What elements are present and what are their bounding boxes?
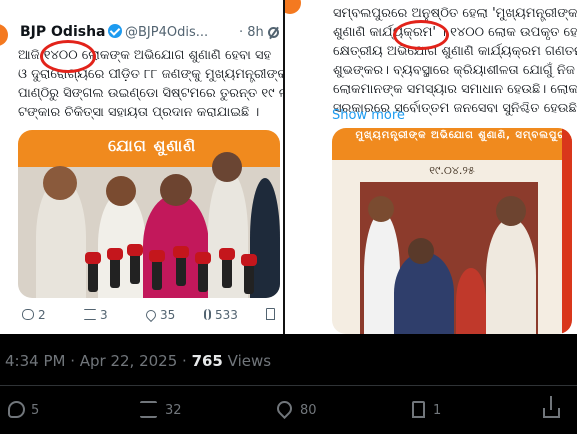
verified-badge-icon xyxy=(108,24,122,38)
highlight-circle xyxy=(40,40,96,73)
like-count[interactable]: 80 xyxy=(300,403,317,418)
text-line: ଶୁଣାଣି କାର୍ଯ୍ୟକ୍ରମ' । ୧୪୦୦ ଲୋକ ଉପକୃତ ହେଲ… xyxy=(333,25,577,40)
poster-title: ମୁଖ୍ୟମନ୍ତ୍ରୀଙ୍କ ଅଭିଯୋଗ ଶୁଣାଣି, ସମ୍ବଲପୁର xyxy=(355,130,566,141)
repost-count: 3 xyxy=(100,308,108,322)
person xyxy=(250,178,280,298)
person-standing xyxy=(486,218,536,334)
author-name: BJP Odisha xyxy=(20,24,106,40)
share-icon[interactable] xyxy=(543,396,560,418)
person-head xyxy=(106,176,136,206)
person-head xyxy=(408,238,434,264)
tweet-action-bar: 5 32 80 1 xyxy=(0,386,577,434)
like-count: 35 xyxy=(160,308,176,322)
bookmark-icon[interactable] xyxy=(412,401,425,418)
press-conference-photo: ଯୋଗ ଶୁଣାଣି xyxy=(18,130,280,298)
person-head xyxy=(368,196,394,222)
banner-text: ଯୋଗ ଶୁଣାଣି xyxy=(108,136,197,155)
text-line: ସମ୍ବଲପୁରରେ ଅନୁଷ୍ଠିତ ହେଲା 'ମୁଖ୍ୟମନ୍ତ୍ରୀଙ୍… xyxy=(333,6,577,21)
views-label: Views xyxy=(222,352,272,370)
text-line: ଟଙ୍କାର ଚିକିତ୍ସା ସହାୟତା ପ୍ରଦାନ କରାଯାଇଛି । xyxy=(18,105,260,120)
person-head xyxy=(160,174,192,206)
heart-icon xyxy=(143,307,159,323)
right-tweet-screenshot: ସମ୍ବଲପୁରରେ ଅନୁଷ୍ଠିତ ହେଲା 'ମୁଖ୍ୟମନ୍ତ୍ରୀଙ୍… xyxy=(285,0,577,334)
reply-icon[interactable] xyxy=(8,401,25,418)
avatar xyxy=(0,24,8,46)
avatar xyxy=(285,0,301,14)
bookmark-action xyxy=(266,308,279,322)
mic xyxy=(195,252,211,292)
person-head xyxy=(496,196,526,226)
repost-icon xyxy=(84,309,96,320)
grievance-hearing-photo: ମୁଖ୍ୟମନ୍ତ୍ରୀଙ୍କ ଅଭିଯୋଗ ଶୁଣାଣି, ସମ୍ବଲପୁର … xyxy=(332,128,572,334)
left-tweet-screenshot: BJP Odisha @BJP4Odis... · 8h ଆଜି ୧୪୦୦ ଲୋ… xyxy=(0,0,284,334)
text-line: କ୍ଷେତ୍ରୀୟ ଅଭିଯୋଗ ଶୁଣାଣି କାର୍ଯ୍ୟକ୍ରମ ଗଣତନ… xyxy=(333,44,577,59)
right-tweet-text: ସମ୍ବଲପୁରରେ ଅନୁଷ୍ଠିତ ହେଲା 'ମୁଖ୍ୟମନ୍ତ୍ରୀଙ୍… xyxy=(333,4,577,118)
like-action: 35 xyxy=(143,307,176,323)
repost-action: 3 xyxy=(84,308,108,322)
tweet-meta: 4:34 PM · Apr 22, 2025 · 765 Views xyxy=(5,352,271,370)
highlight-circle xyxy=(393,20,449,50)
quoted-image-composite[interactable]: BJP Odisha @BJP4Odis... · 8h ଆଜି ୧୪୦୦ ଲୋ… xyxy=(0,0,577,334)
mic xyxy=(85,252,101,292)
mic xyxy=(219,248,235,288)
reply-count[interactable]: 5 xyxy=(31,403,39,418)
retweet-count[interactable]: 32 xyxy=(165,403,182,418)
poster-banner: ମୁଖ୍ୟମନ୍ତ୍ରୀଙ୍କ ଅଭିଯୋଗ ଶୁଣାଣି, ସମ୍ବଲପୁର xyxy=(332,128,572,160)
heart-icon[interactable] xyxy=(273,397,296,420)
views-action: 533 xyxy=(204,308,238,322)
mic xyxy=(127,244,143,284)
bookmark-icon xyxy=(266,308,275,320)
hearing-scene xyxy=(360,182,538,334)
tweet-time: · 8h xyxy=(239,25,264,40)
grok-icon xyxy=(268,27,279,38)
person-seated xyxy=(394,252,454,334)
reply-count: 2 xyxy=(38,308,46,322)
author-handle: @BJP4Odis... xyxy=(125,25,209,40)
poster-stripe xyxy=(562,128,572,334)
reply-icon xyxy=(22,309,34,320)
text-line: ଲୋକମାନଙ୍କ ସମସ୍ୟାର ସମାଧାନ ହେଉଛି। ଲୋକଙ୍କ xyxy=(333,82,577,97)
views-count: 765 xyxy=(191,352,223,370)
reply-action: 2 xyxy=(22,308,46,322)
poster-date: ୧୯.୦୪.୨୫ xyxy=(429,164,475,177)
views-icon xyxy=(204,309,211,320)
text-line: ଶୁଭଙ୍କର। ବ୍ୟବସ୍ଥାରେ କ୍ରିୟାଶୀଳତା ଯୋଗୁଁ ନି… xyxy=(333,63,577,78)
views-count: 533 xyxy=(215,308,238,322)
bookmark-count[interactable]: 1 xyxy=(433,403,441,418)
person-head xyxy=(212,152,242,182)
mic xyxy=(173,246,189,286)
text-line: ପାଣ୍ଠିରୁ ସିଙ୍ଗଲ ଉଇଣ୍ଡୋ ସିଷ୍ଟମରେ ତୁରନ୍ତ ୧… xyxy=(18,86,284,101)
person xyxy=(456,268,486,334)
retweet-icon[interactable] xyxy=(140,401,157,418)
mic xyxy=(107,248,123,288)
person-head xyxy=(43,166,77,200)
mic xyxy=(149,250,165,290)
mic xyxy=(241,254,257,294)
timestamp[interactable]: 4:34 PM · Apr 22, 2025 · xyxy=(5,352,192,370)
show-more-link: Show more xyxy=(332,108,405,123)
